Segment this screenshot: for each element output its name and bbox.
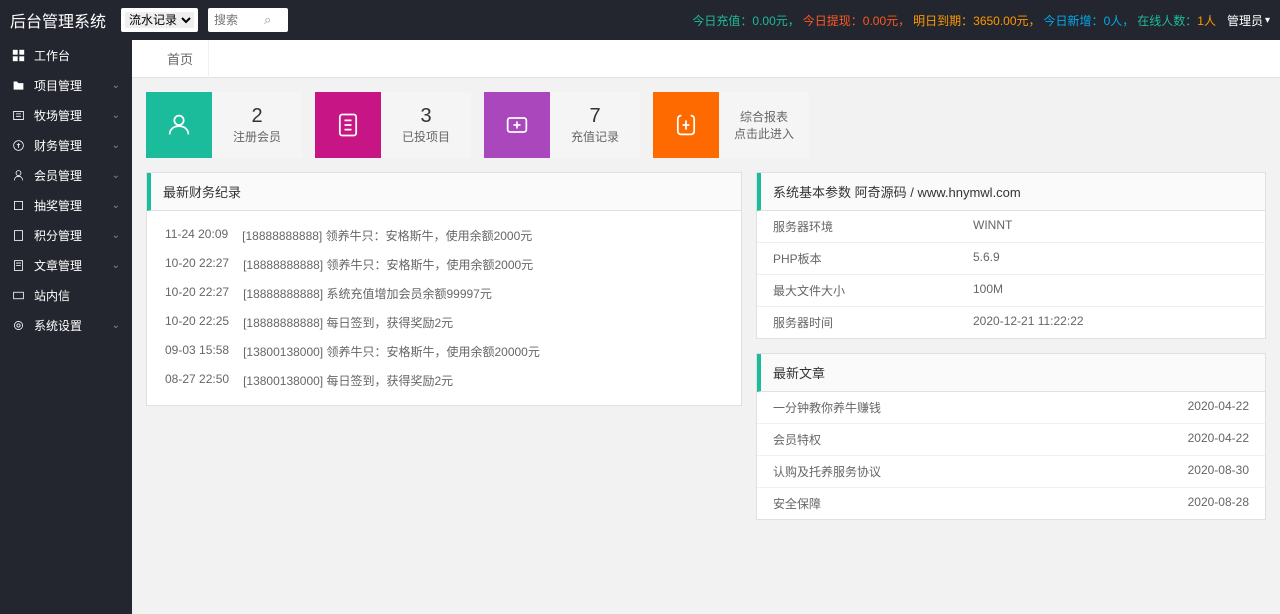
search-input[interactable] bbox=[214, 13, 264, 27]
chevron-down-icon: ⌄ bbox=[112, 320, 120, 331]
card-members[interactable]: 2注册会员 bbox=[146, 92, 302, 158]
sidebar-item-label: 抽奖管理 bbox=[34, 197, 112, 214]
sidebar-item-finance[interactable]: 财务管理 ⌄ bbox=[0, 130, 132, 160]
admin-dropdown[interactable]: 管理员▾ bbox=[1227, 12, 1270, 29]
members-icon bbox=[146, 92, 212, 158]
sidebar-item-label: 项目管理 bbox=[34, 77, 112, 94]
finance-record: 10-20 22:25[18888888888] 每日签到，获得奖励2元 bbox=[147, 308, 741, 337]
card-projects[interactable]: 3已投项目 bbox=[315, 92, 471, 158]
sysinfo-row: 最大文件大小100M bbox=[757, 275, 1265, 307]
main-content: 首页 2注册会员 3已投项目 7充值记录 综合报表点击此进入 bbox=[132, 40, 1280, 614]
messages-icon bbox=[12, 289, 28, 302]
sidebar-item-points[interactable]: 积分管理 ⌄ bbox=[0, 220, 132, 250]
header: 后台管理系统 流水记录 ⌕ 今日充值：0.00元， 今日提现：0.00元， 明日… bbox=[0, 0, 1280, 40]
members-icon bbox=[12, 169, 28, 182]
sidebar-item-label: 系统设置 bbox=[34, 317, 112, 334]
chevron-down-icon: ▾ bbox=[1265, 15, 1270, 26]
search-box[interactable]: ⌕ bbox=[208, 8, 288, 32]
articles-panel: 最新文章 一分钟教你养牛赚钱2020-04-22会员特权2020-04-22认购… bbox=[756, 353, 1266, 520]
article-row[interactable]: 认购及托养服务协议2020-08-30 bbox=[757, 456, 1265, 488]
chevron-down-icon: ⌄ bbox=[112, 200, 120, 211]
sidebar-item-label: 文章管理 bbox=[34, 257, 112, 274]
finance-record: 11-24 20:09[18888888888] 领养牛只：安格斯牛，使用余额2… bbox=[147, 221, 741, 250]
sysinfo-row: PHP板本5.6.9 bbox=[757, 243, 1265, 275]
sidebar-item-members[interactable]: 会员管理 ⌄ bbox=[0, 160, 132, 190]
article-row[interactable]: 一分钟教你养牛赚钱2020-04-22 bbox=[757, 392, 1265, 424]
article-row[interactable]: 会员特权2020-04-22 bbox=[757, 424, 1265, 456]
sidebar-item-articles[interactable]: 文章管理 ⌄ bbox=[0, 250, 132, 280]
chevron-down-icon: ⌄ bbox=[112, 110, 120, 121]
sidebar-item-project[interactable]: 项目管理 ⌄ bbox=[0, 70, 132, 100]
points-icon bbox=[12, 229, 28, 242]
report-icon bbox=[653, 92, 719, 158]
lottery-icon bbox=[12, 199, 28, 212]
finance-record: 10-20 22:27[18888888888] 领养牛只：安格斯牛，使用余额2… bbox=[147, 250, 741, 279]
tabs: 首页 bbox=[132, 40, 1280, 78]
sidebar-item-label: 工作台 bbox=[34, 47, 120, 64]
header-stats: 今日充值：0.00元， 今日提现：0.00元， 明日到期：3650.00元， 今… bbox=[692, 12, 1270, 29]
card-recharge[interactable]: 7充值记录 bbox=[484, 92, 640, 158]
sidebar-item-messages[interactable]: 站内信 bbox=[0, 280, 132, 310]
article-row[interactable]: 安全保障2020-08-28 bbox=[757, 488, 1265, 519]
sidebar-item-label: 站内信 bbox=[34, 287, 120, 304]
finance-panel: 最新财务纪录 11-24 20:09[18888888888] 领养牛只：安格斯… bbox=[146, 172, 742, 406]
sidebar-item-label: 牧场管理 bbox=[34, 107, 112, 124]
sidebar-item-settings[interactable]: 系统设置 ⌄ bbox=[0, 310, 132, 340]
search-icon[interactable]: ⌕ bbox=[264, 12, 271, 28]
sysinfo-panel: 系统基本参数 阿奇源码 / www.hnymwl.com 服务器环境WINNTP… bbox=[756, 172, 1266, 339]
chevron-down-icon: ⌄ bbox=[112, 80, 120, 91]
ranch-icon bbox=[12, 109, 28, 122]
articles-icon bbox=[12, 259, 28, 272]
stat-cards: 2注册会员 3已投项目 7充值记录 综合报表点击此进入 bbox=[132, 78, 1280, 172]
finance-record: 08-27 22:50[13800138000] 每日签到，获得奖励2元 bbox=[147, 366, 741, 395]
gear-icon bbox=[12, 319, 28, 332]
finance-record: 09-03 15:58[13800138000] 领养牛只：安格斯牛，使用余额2… bbox=[147, 337, 741, 366]
card-report[interactable]: 综合报表点击此进入 bbox=[653, 92, 809, 158]
finance-icon bbox=[12, 139, 28, 152]
logo: 后台管理系统 bbox=[10, 8, 106, 32]
dashboard-icon bbox=[12, 49, 28, 62]
sysinfo-row: 服务器时间2020-12-21 11:22:22 bbox=[757, 307, 1265, 338]
sidebar-item-label: 会员管理 bbox=[34, 167, 112, 184]
finance-record: 10-20 22:27[18888888888] 系统充值增加会员余额99997… bbox=[147, 279, 741, 308]
panel-title: 最新财务纪录 bbox=[147, 173, 741, 211]
sidebar-item-label: 财务管理 bbox=[34, 137, 112, 154]
panel-title: 最新文章 bbox=[757, 354, 1265, 392]
chevron-down-icon: ⌄ bbox=[112, 230, 120, 241]
sidebar-item-ranch[interactable]: 牧场管理 ⌄ bbox=[0, 100, 132, 130]
projects-icon bbox=[315, 92, 381, 158]
record-type-select[interactable]: 流水记录 bbox=[121, 8, 198, 32]
sidebar: 工作台 项目管理 ⌄ 牧场管理 ⌄ 财务管理 ⌄ 会员管理 ⌄ 抽奖管理 ⌄ bbox=[0, 40, 132, 614]
sysinfo-row: 服务器环境WINNT bbox=[757, 211, 1265, 243]
chevron-down-icon: ⌄ bbox=[112, 260, 120, 271]
sidebar-item-dashboard[interactable]: 工作台 bbox=[0, 40, 132, 70]
tab-home[interactable]: 首页 bbox=[152, 40, 209, 78]
folder-icon bbox=[12, 79, 28, 92]
recharge-icon bbox=[484, 92, 550, 158]
panel-title: 系统基本参数 阿奇源码 / www.hnymwl.com bbox=[757, 173, 1265, 211]
chevron-down-icon: ⌄ bbox=[112, 170, 120, 181]
sidebar-item-lottery[interactable]: 抽奖管理 ⌄ bbox=[0, 190, 132, 220]
sidebar-item-label: 积分管理 bbox=[34, 227, 112, 244]
chevron-down-icon: ⌄ bbox=[112, 140, 120, 151]
